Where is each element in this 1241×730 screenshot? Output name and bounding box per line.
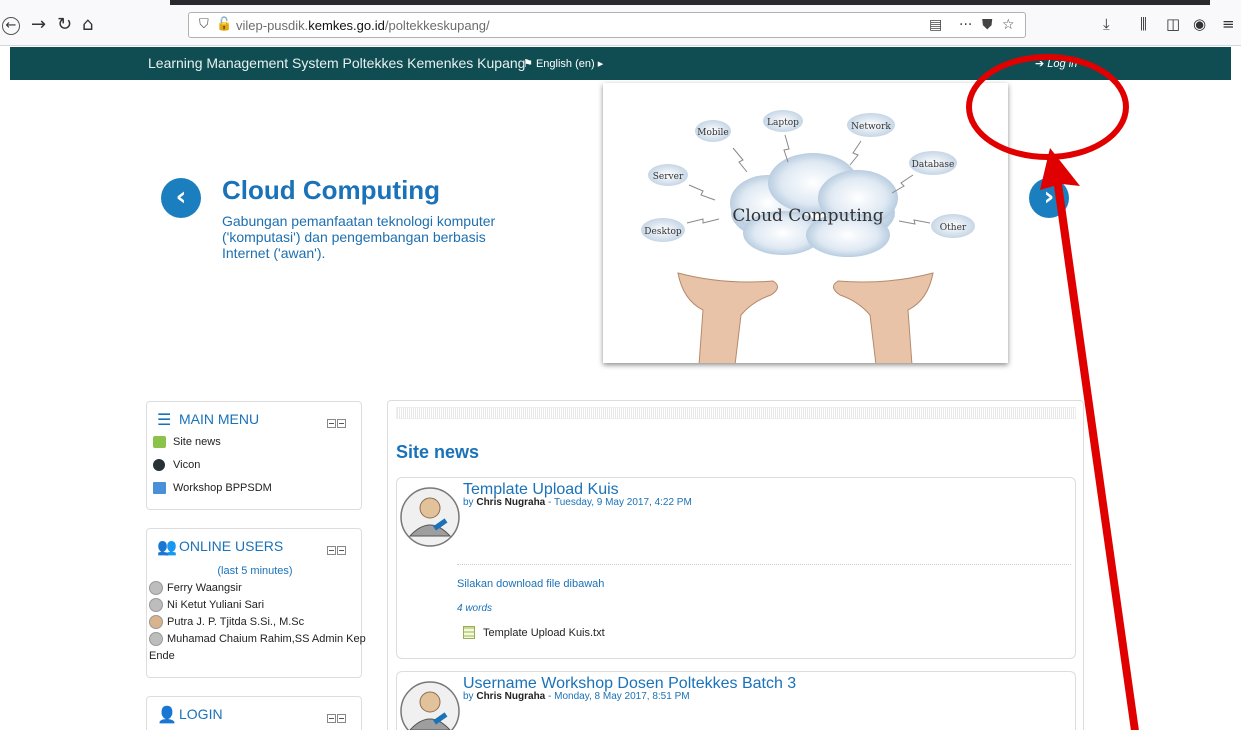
language-menu[interactable]: ⚑ English (en) ▸ xyxy=(523,57,603,70)
avatar xyxy=(149,632,163,646)
collapse-icon[interactable] xyxy=(327,546,336,555)
block-controls[interactable] xyxy=(327,710,349,723)
back-icon[interactable]: ← xyxy=(2,17,20,35)
site-title[interactable]: Learning Management System Poltekkes Kem… xyxy=(148,55,525,71)
block-controls[interactable] xyxy=(327,415,349,428)
text-file-icon xyxy=(463,626,475,639)
news-post: Username Workshop Dosen Poltekkes Batch … xyxy=(396,671,1076,730)
download-icon[interactable]: ⤓ xyxy=(1103,15,1110,33)
caret-right-icon: ▸ xyxy=(597,58,604,70)
slider-prev-button[interactable]: ‹ xyxy=(161,178,201,218)
shield-icon[interactable]: ⛉ xyxy=(199,17,209,32)
account-icon[interactable]: ◉ xyxy=(1193,15,1206,33)
block-title: MAIN MENU xyxy=(179,411,260,427)
post-body: Silakan download file dibawah xyxy=(457,578,605,590)
block-controls[interactable] xyxy=(327,542,349,555)
vicon-icon xyxy=(153,459,165,471)
post-date: - Monday, 8 May 2017, 8:51 PM xyxy=(548,691,690,702)
post-author-link[interactable]: Chris Nugraha xyxy=(476,691,545,702)
slide-description: Gabungan pemanfaatan teknologi komputer … xyxy=(222,213,496,261)
author-avatar xyxy=(400,487,460,547)
cloud-tag: Server xyxy=(653,172,684,182)
annotation-circle xyxy=(966,54,1129,160)
post-attachment-link[interactable]: Template Upload Kuis.txt xyxy=(463,626,605,639)
user-icon: 👤 xyxy=(157,705,177,724)
site-news-region: Site news Template Upload Kuis by Chris … xyxy=(387,400,1084,730)
reload-icon[interactable]: ↻ xyxy=(57,16,72,34)
dock-icon[interactable] xyxy=(337,419,346,428)
url-text[interactable]: vilep-pusdik.kemkes.go.id/poltekkeskupan… xyxy=(236,18,490,33)
block-header: 👤 LOGIN xyxy=(153,705,357,725)
avatar xyxy=(149,615,163,629)
folder-icon xyxy=(153,482,166,494)
collapse-icon[interactable] xyxy=(327,714,336,723)
menu-icon[interactable]: ≡ xyxy=(1222,15,1235,33)
insecure-lock-icon[interactable]: 🔓 xyxy=(216,17,232,32)
main-menu-block: ☰ MAIN MENU Site news Vicon Workshop BPP… xyxy=(146,401,362,510)
slide-image: Cloud Computing Mobile Laptop Network Se… xyxy=(603,83,1008,363)
block-title: ONLINE USERS xyxy=(179,538,284,554)
users-icon: 👥 xyxy=(157,537,177,556)
forward-icon[interactable]: → xyxy=(31,16,46,34)
online-users-block: 👥 ONLINE USERS (last 5 minutes) Ferry Wa… xyxy=(146,528,366,678)
hatch-separator xyxy=(396,407,1076,419)
site-news-heading: Site news xyxy=(396,442,480,462)
pocket-icon[interactable]: ⛊ xyxy=(982,17,993,33)
hands xyxy=(677,272,934,363)
bookmark-star-icon[interactable]: ☆ xyxy=(1002,17,1015,33)
sidebar-icon[interactable]: ◫ xyxy=(1166,15,1180,33)
list-icon: ☰ xyxy=(157,410,172,429)
avatar xyxy=(149,581,163,595)
library-icon[interactable]: ⫼ xyxy=(1140,15,1147,33)
slide-title: Cloud Computing xyxy=(222,175,441,205)
block-title: LOGIN xyxy=(179,706,223,722)
cloud-tag: Other xyxy=(940,223,967,233)
browser-toolbar: ← → ↻ ⌂ ⛉ 🔓 vilep-pusdik.kemkes.go.id/po… xyxy=(0,0,1241,46)
home-icon[interactable]: ⌂ xyxy=(82,16,93,34)
cloud-tag: Database xyxy=(912,160,955,170)
language-label: English (en) xyxy=(535,58,595,70)
cloud-tag: Laptop xyxy=(767,118,799,128)
more-actions-icon[interactable]: ··· xyxy=(959,17,972,33)
reader-view-icon[interactable]: ▤ xyxy=(929,17,942,33)
dock-icon[interactable] xyxy=(337,546,346,555)
cloud-tag: Network xyxy=(851,122,891,132)
cloud-tag: Mobile xyxy=(697,128,728,138)
cloud-tag: Desktop xyxy=(644,227,682,237)
post-byline: by Chris Nugraha - Monday, 8 May 2017, 8… xyxy=(463,691,690,702)
central-cloud xyxy=(730,153,898,257)
author-avatar xyxy=(400,681,460,730)
collapse-icon[interactable] xyxy=(327,419,336,428)
tab-strip xyxy=(170,0,1210,5)
annotation-arrow xyxy=(1040,148,1139,730)
avatar xyxy=(149,598,163,612)
post-word-count: 4 words xyxy=(457,603,493,614)
post-byline: by Chris Nugraha - Tuesday, 9 May 2017, … xyxy=(463,497,692,508)
online-users-subtitle: (last 5 minutes) xyxy=(217,565,293,577)
post-author-link[interactable]: Chris Nugraha xyxy=(476,497,545,508)
news-icon xyxy=(153,436,166,448)
dock-icon[interactable] xyxy=(337,714,346,723)
news-post: Template Upload Kuis by Chris Nugraha - … xyxy=(396,477,1076,659)
post-divider xyxy=(457,564,1071,565)
url-bar[interactable]: ⛉ 🔓 vilep-pusdik.kemkes.go.id/poltekkesk… xyxy=(188,12,1026,38)
block-header: ☰ MAIN MENU xyxy=(153,410,357,430)
block-header: 👥 ONLINE USERS xyxy=(153,537,357,557)
central-cloud-label: Cloud Computing xyxy=(732,206,883,226)
login-block: 👤 LOGIN xyxy=(146,696,362,730)
flag-icon: ⚑ xyxy=(523,58,533,70)
cloud-computing-illustration: Cloud Computing Mobile Laptop Network Se… xyxy=(641,110,975,363)
chevron-left-icon: ‹ xyxy=(175,182,187,212)
post-date: - Tuesday, 9 May 2017, 4:22 PM xyxy=(548,497,692,508)
